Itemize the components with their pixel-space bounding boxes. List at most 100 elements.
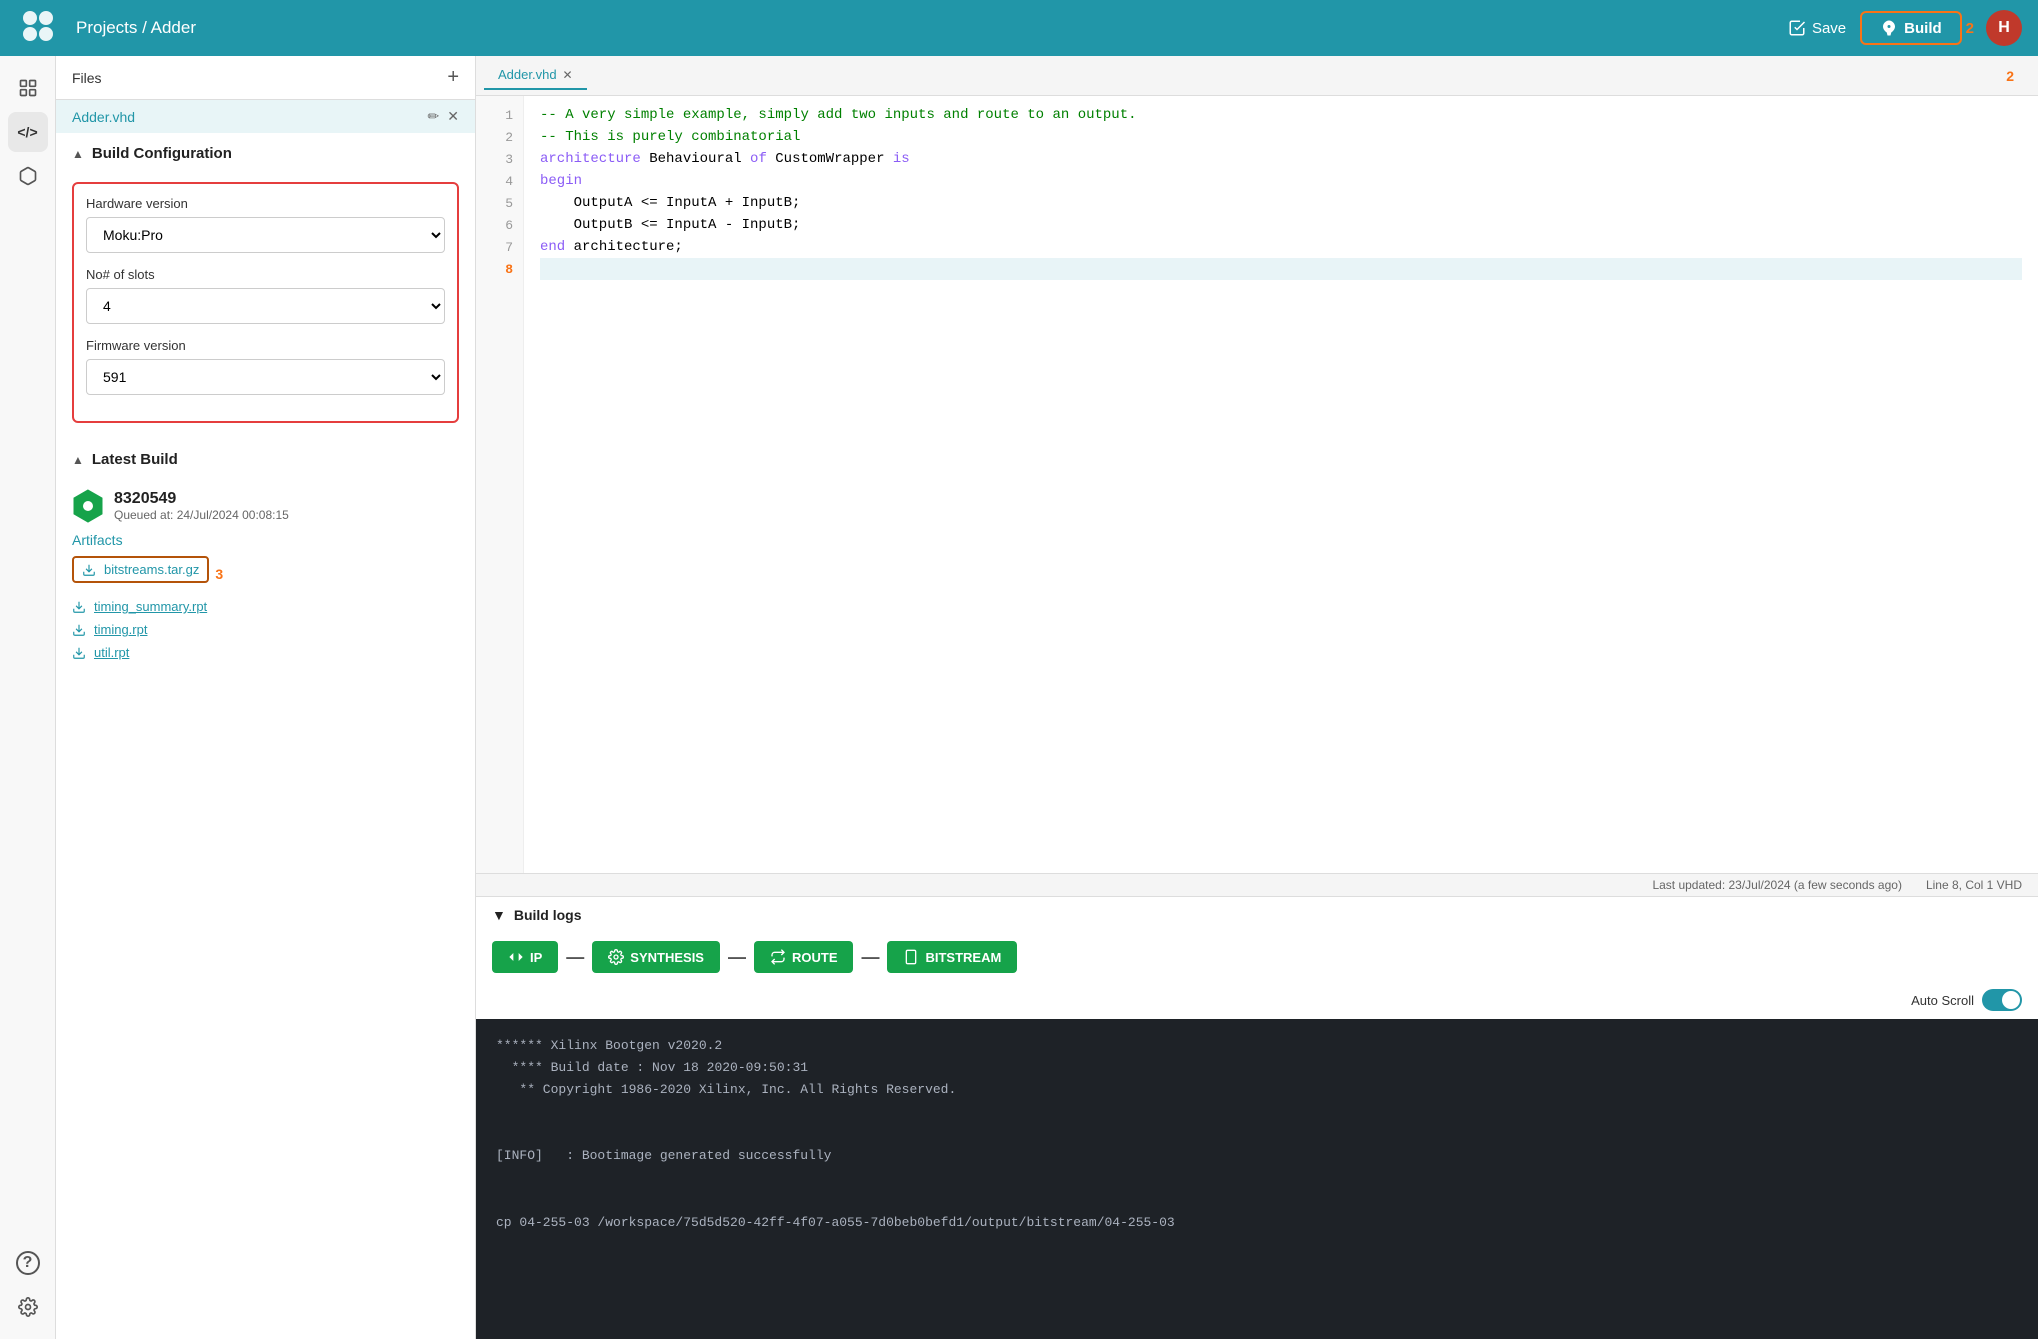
add-file-button[interactable]: + — [447, 66, 459, 89]
pipeline-bitstream[interactable]: BITSTREAM — [887, 941, 1017, 973]
build-date: Queued at: 24/Jul/2024 00:08:15 — [114, 508, 289, 522]
close-file-button[interactable]: ✕ — [447, 108, 459, 125]
sidebar: Files + Adder.vhd ✏ ✕ ▲ Build Configurat… — [56, 56, 476, 1339]
save-button[interactable]: Save — [1774, 13, 1860, 43]
active-file-tab: Adder.vhd ✏ ✕ — [56, 100, 475, 133]
editor-area: Adder.vhd ✕ 2 1 2 3 4 5 6 7 8 -- A very … — [476, 56, 2038, 896]
artifact-link-1[interactable]: timing_summary.rpt — [72, 599, 459, 614]
icon-bar: </> ? — [0, 56, 56, 1339]
build-button[interactable]: Build — [1860, 11, 1962, 45]
build-config-box: Hardware version Moku:Pro Moku:Lab Moku:… — [72, 182, 459, 423]
term-line-1: **** Build date : Nov 18 2020-09:50:31 — [496, 1057, 2018, 1079]
breadcrumb: Projects / Adder — [76, 18, 1774, 38]
firmware-label: Firmware version — [86, 338, 445, 353]
pipeline-dash-1: — — [564, 947, 586, 968]
ip-icon — [508, 949, 524, 965]
code-line-6: OutputB <= InputA - InputB; — [540, 214, 2022, 236]
build-info: 8320549 Queued at: 24/Jul/2024 00:08:15 — [114, 490, 289, 522]
logo — [16, 4, 76, 53]
build-id: 8320549 — [114, 490, 289, 508]
hardware-version-field: Hardware version Moku:Pro Moku:Lab Moku:… — [86, 196, 445, 253]
cube-nav-button[interactable] — [8, 156, 48, 196]
latest-build-chevron: ▲ — [72, 453, 84, 467]
code-icon: </> — [17, 124, 37, 140]
artifact-label-3: util.rpt — [94, 645, 129, 660]
build-logs-section: ▼ Build logs IP — SYNTHESIS — [476, 896, 2038, 1339]
bitstream-icon — [903, 949, 919, 965]
route-icon — [770, 949, 786, 965]
help-icon: ? — [16, 1251, 40, 1275]
build-pipeline: IP — SYNTHESIS — ROUTE — — [476, 933, 2038, 985]
artifact-link-3[interactable]: util.rpt — [72, 645, 459, 660]
pipeline-ip[interactable]: IP — [492, 941, 558, 973]
status-bar: Last updated: 23/Jul/2024 (a few seconds… — [476, 873, 2038, 896]
build-hex-icon — [72, 490, 104, 522]
last-updated: Last updated: 23/Jul/2024 (a few seconds… — [1652, 878, 1902, 892]
files-nav-button[interactable] — [8, 68, 48, 108]
top-navigation: Projects / Adder Save Build 2 H — [0, 0, 2038, 56]
settings-nav-button[interactable] — [8, 1287, 48, 1327]
download-icon-2 — [72, 623, 86, 637]
term-line-7 — [496, 1190, 2018, 1212]
term-line-2: ** Copyright 1986-2020 Xilinx, Inc. All … — [496, 1079, 2018, 1101]
build-item: 8320549 Queued at: 24/Jul/2024 00:08:15 — [72, 490, 459, 522]
files-header: Files + — [56, 56, 475, 100]
chevron-icon: ▲ — [72, 147, 84, 161]
term-line-3 — [496, 1101, 2018, 1123]
term-line-5: [INFO] : Bootimage generated successfull… — [496, 1145, 2018, 1167]
editor-notification-count: 2 — [2006, 68, 2030, 84]
code-line-2: -- This is purely combinatorial — [540, 126, 2022, 148]
slots-field: No# of slots 1234 — [86, 267, 445, 324]
build-notification-badge: 2 — [1966, 20, 1974, 37]
active-filename: Adder.vhd — [72, 109, 135, 125]
build-logs-chevron: ▼ — [492, 907, 506, 923]
artifacts-label: Artifacts — [72, 532, 459, 548]
term-line-6 — [496, 1168, 2018, 1190]
download-icon-1 — [72, 600, 86, 614]
synthesis-icon — [608, 949, 624, 965]
latest-build-section: 8320549 Queued at: 24/Jul/2024 00:08:15 … — [56, 480, 475, 684]
auto-scroll-label: Auto Scroll — [1911, 993, 1974, 1008]
help-nav-button[interactable]: ? — [8, 1243, 48, 1283]
editor-tabs: Adder.vhd ✕ 2 — [476, 56, 2038, 96]
code-nav-button[interactable]: </> — [8, 112, 48, 152]
code-line-4: begin — [540, 170, 2022, 192]
pipeline-route[interactable]: ROUTE — [754, 941, 854, 973]
term-line-4 — [496, 1123, 2018, 1145]
build-logs-header[interactable]: ▼ Build logs — [476, 897, 2038, 933]
artifact-link-0[interactable]: bitstreams.tar.gz — [72, 556, 209, 583]
artifact-label-1: timing_summary.rpt — [94, 599, 207, 614]
artifact-badge-0: 3 — [215, 566, 223, 582]
code-editor[interactable]: 1 2 3 4 5 6 7 8 -- A very simple example… — [476, 96, 2038, 873]
code-content[interactable]: -- A very simple example, simply add two… — [524, 96, 2038, 873]
artifact-label-2: timing.rpt — [94, 622, 147, 637]
hardware-version-label: Hardware version — [86, 196, 445, 211]
build-config-header[interactable]: ▲ Build Configuration — [56, 133, 475, 174]
term-line-0: ****** Xilinx Bootgen v2020.2 — [496, 1035, 2018, 1057]
pipeline-dash-2: — — [726, 947, 748, 968]
firmware-field: Firmware version 591590589 — [86, 338, 445, 395]
download-icon-3 — [72, 646, 86, 660]
latest-build-header[interactable]: ▲ Latest Build — [56, 439, 475, 480]
auto-scroll-row: Auto Scroll — [476, 985, 2038, 1019]
pipeline-dash-3: — — [859, 947, 881, 968]
slots-select[interactable]: 1234 — [86, 288, 445, 324]
auto-scroll-toggle[interactable] — [1982, 989, 2022, 1011]
term-line-8: cp 04-255-03 /workspace/75d5d520-42ff-4f… — [496, 1212, 2018, 1234]
artifact-link-2[interactable]: timing.rpt — [72, 622, 459, 637]
slots-label: No# of slots — [86, 267, 445, 282]
firmware-select[interactable]: 591590589 — [86, 359, 445, 395]
editor-tab-adder-vhd[interactable]: Adder.vhd ✕ — [484, 61, 587, 90]
pipeline-synthesis[interactable]: SYNTHESIS — [592, 941, 720, 973]
code-line-1: -- A very simple example, simply add two… — [540, 104, 2022, 126]
user-avatar[interactable]: H — [1986, 10, 2022, 46]
code-line-3: architecture Behavioural of CustomWrappe… — [540, 148, 2022, 170]
edit-file-button[interactable]: ✏ — [428, 108, 440, 125]
right-panel: Adder.vhd ✕ 2 1 2 3 4 5 6 7 8 -- A very … — [476, 56, 2038, 1339]
tab-close-button[interactable]: ✕ — [563, 68, 573, 82]
file-action-buttons: ✏ ✕ — [428, 108, 459, 125]
save-icon — [1788, 19, 1806, 37]
hardware-version-select[interactable]: Moku:Pro Moku:Lab Moku:Go — [86, 217, 445, 253]
cursor-position: Line 8, Col 1 VHD — [1926, 878, 2022, 892]
terminal-output[interactable]: ****** Xilinx Bootgen v2020.2 **** Build… — [476, 1019, 2038, 1339]
